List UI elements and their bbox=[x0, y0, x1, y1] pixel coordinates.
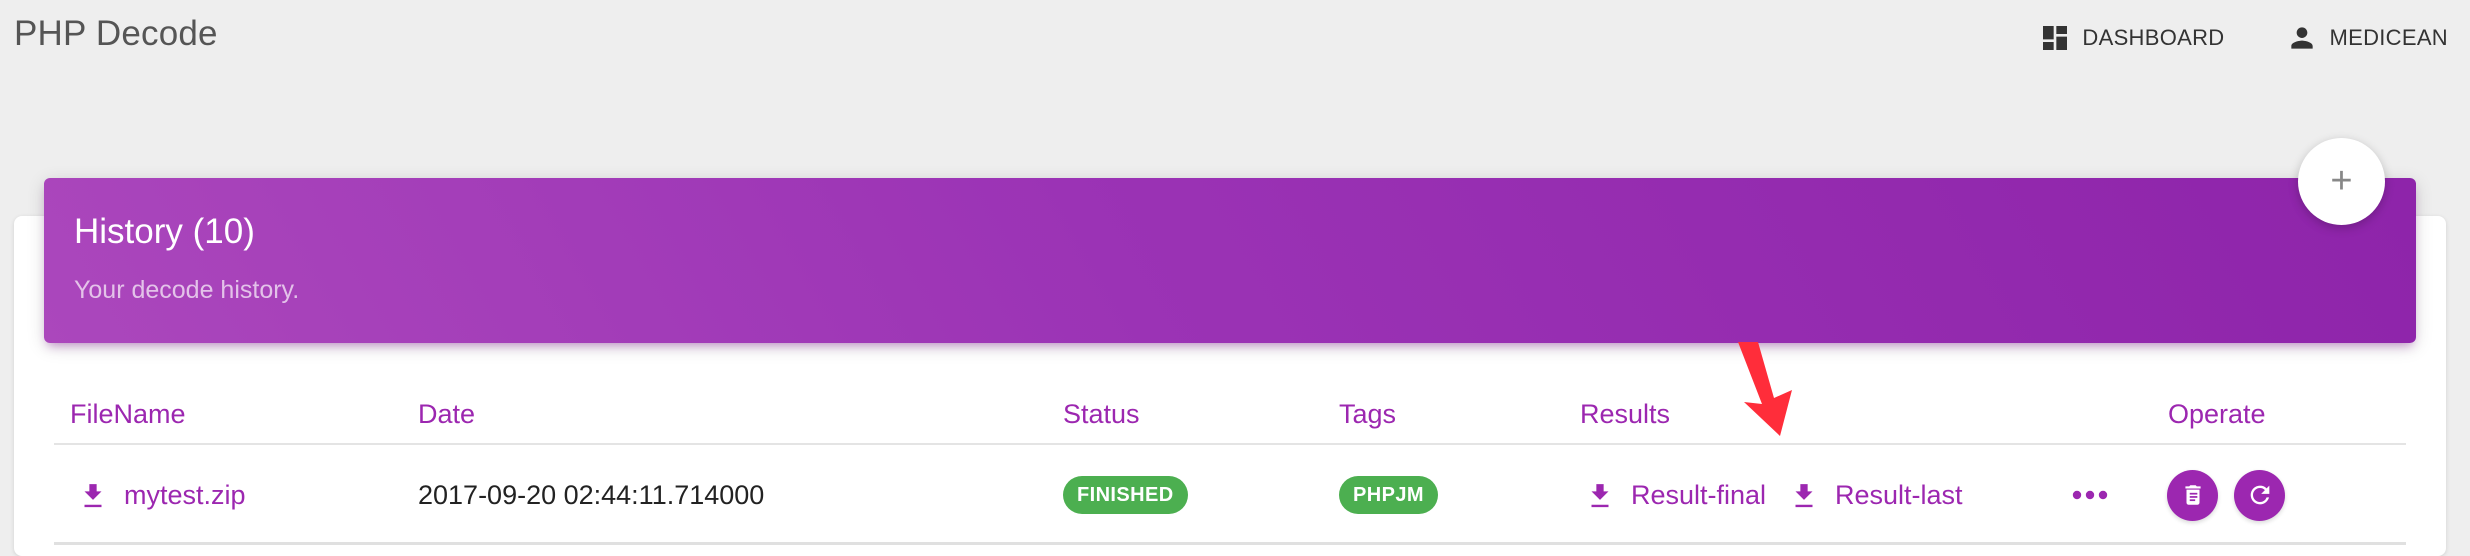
more-cell bbox=[2072, 445, 2108, 545]
status-cell: FINISHED bbox=[1063, 445, 1188, 545]
history-card-header: History (10) Your decode history. bbox=[44, 178, 2416, 343]
date-text: 2017-09-20 02:44:11.714000 bbox=[418, 479, 765, 510]
result-last-cell: Result-last bbox=[1789, 445, 1963, 545]
delete-cell bbox=[2167, 445, 2218, 545]
filename-cell: mytest.zip bbox=[78, 445, 246, 545]
tags-cell: PHPJM bbox=[1339, 445, 1438, 545]
add-button[interactable]: + bbox=[2298, 138, 2385, 225]
top-nav: DASHBOARD MEDICEAN bbox=[2039, 18, 2470, 58]
download-icon bbox=[1795, 484, 1813, 508]
table-header: FileName Date Status Tags Results Operat… bbox=[54, 385, 2406, 445]
table-row: mytest.zip 2017-09-20 02:44:11.714000 FI… bbox=[54, 445, 2406, 545]
result-last-link[interactable]: Result-last bbox=[1789, 478, 1963, 512]
column-date: Date bbox=[418, 399, 476, 429]
more-dots-graphic bbox=[2072, 490, 2108, 500]
result-last-label: Result-last bbox=[1835, 479, 1963, 510]
card-subtitle: Your decode history. bbox=[74, 276, 300, 304]
result-final-label: Result-final bbox=[1631, 479, 1767, 510]
app-title[interactable]: PHP Decode bbox=[14, 14, 218, 54]
column-tags: Tags bbox=[1339, 399, 1397, 429]
refresh-cell bbox=[2234, 445, 2285, 545]
history-table: FileName Date Status Tags Results Operat… bbox=[54, 385, 2406, 545]
filename-download-link[interactable]: mytest.zip bbox=[78, 478, 246, 512]
more-horizontal-icon[interactable] bbox=[2072, 489, 2108, 501]
download-icon bbox=[84, 484, 102, 508]
dashboard-icon bbox=[2043, 26, 2068, 50]
annotation-arrow-icon bbox=[1738, 342, 1792, 436]
nav-dashboard-label: DASHBOARD bbox=[2082, 25, 2225, 50]
nav-user[interactable]: MEDICEAN bbox=[2286, 22, 2448, 54]
plus-icon: + bbox=[2330, 160, 2353, 202]
filename-text: mytest.zip bbox=[124, 479, 246, 510]
result-final-cell: Result-final bbox=[1585, 445, 1766, 545]
nav-dashboard[interactable]: DASHBOARD bbox=[2039, 22, 2224, 54]
card-title: History (10) bbox=[74, 212, 255, 251]
date-cell: 2017-09-20 02:44:11.714000 bbox=[418, 445, 764, 545]
delete-button[interactable] bbox=[2167, 469, 2218, 521]
download-icon bbox=[1591, 484, 1609, 508]
person-icon bbox=[2291, 27, 2314, 49]
column-status: Status bbox=[1063, 399, 1140, 429]
refresh-button[interactable] bbox=[2234, 469, 2285, 521]
refresh-icon bbox=[2250, 485, 2269, 505]
nav-user-label: MEDICEAN bbox=[2329, 25, 2448, 50]
top-bar: PHP Decode DASHBOARD MEDICEAN bbox=[0, 0, 2470, 80]
column-results: Results bbox=[1580, 399, 1671, 429]
delete-icon bbox=[2184, 485, 2201, 505]
column-operate: Operate bbox=[2168, 399, 2266, 429]
result-final-link[interactable]: Result-final bbox=[1585, 478, 1766, 512]
status-badge: FINISHED bbox=[1063, 476, 1188, 514]
column-filename: FileName bbox=[70, 399, 186, 429]
tag-badge: PHPJM bbox=[1339, 476, 1438, 514]
